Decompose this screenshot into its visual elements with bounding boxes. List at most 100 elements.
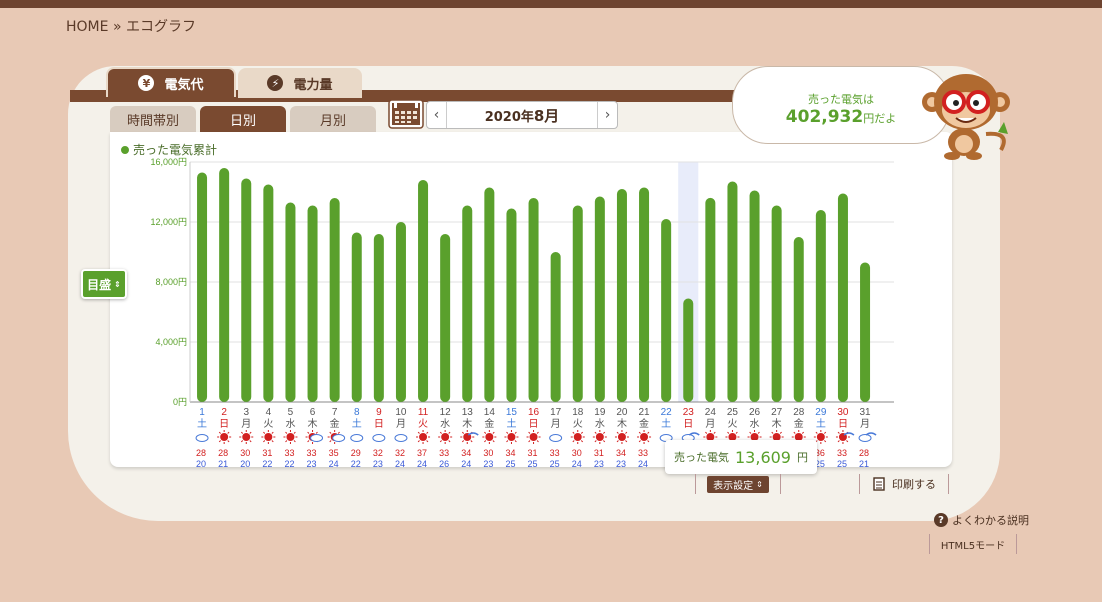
weather-sun-ray [227, 431, 230, 434]
x-tick-day: 4 [266, 407, 272, 418]
weather-sun-icon [816, 433, 825, 441]
weather-sun-ray [705, 431, 708, 434]
tooltip-value: 13,609 [735, 447, 791, 467]
next-month-button[interactable]: › [597, 102, 617, 128]
weather-sun-ray [713, 431, 716, 434]
temp-low: 24 [417, 459, 427, 467]
temp-high: 33 [550, 448, 560, 458]
weather-sun-ray [824, 431, 827, 434]
weather-sun-ray [846, 440, 849, 443]
temp-high: 31 [594, 448, 604, 458]
temp-high: 33 [284, 448, 294, 458]
weather-cloud-icon [394, 434, 408, 442]
weather-cloud-icon [858, 434, 872, 442]
weather-umbrella-icon [688, 432, 700, 436]
weather-sun-ray [536, 440, 539, 443]
bar-day-26 [749, 190, 760, 402]
x-tick-day: 16 [528, 407, 540, 418]
tab-monthly[interactable]: 月別 [290, 106, 376, 132]
display-settings-label: 表示設定 [713, 481, 754, 492]
bar-day-16 [528, 198, 539, 402]
x-tick-weekday: 土 [352, 417, 362, 430]
weather-sun-ray [426, 431, 429, 434]
weather-sun-ray [793, 431, 796, 434]
weather-sun-ray [837, 440, 840, 443]
help-link[interactable]: ? よくわかる説明 [934, 512, 1029, 528]
weather-sun-icon [485, 433, 494, 441]
x-tick-weekday: 日 [529, 419, 539, 430]
temp-high: 30 [483, 448, 493, 458]
month-navigator: ‹ 2020年8月 › [426, 101, 618, 129]
breadcrumb-home-link[interactable]: HOME [66, 19, 108, 35]
x-tick-day: 13 [462, 407, 474, 418]
weather-sun-ray [249, 431, 252, 434]
temp-low: 23 [307, 459, 317, 467]
weather-sun-icon [595, 433, 604, 441]
x-tick-day: 15 [506, 407, 518, 418]
x-tick-day: 11 [418, 407, 429, 418]
weather-sun-icon [441, 433, 450, 441]
temp-high: 33 [837, 448, 847, 458]
weather-sun-ray [514, 440, 517, 443]
x-tick-day: 3 [243, 407, 249, 418]
x-tick-weekday: 月 [241, 418, 251, 430]
bar-day-6 [307, 205, 318, 402]
bar-tooltip: 売った電気 13,609 円 [665, 440, 817, 474]
temp-high: 30 [240, 448, 250, 458]
tab-hourly[interactable]: 時間帯別 [110, 106, 196, 132]
weather-sun-ray [492, 440, 495, 443]
weather-cloud-icon [310, 434, 324, 442]
bar-day-5 [285, 202, 296, 402]
x-tick-weekday: 火 [263, 418, 273, 430]
display-settings-select[interactable]: 表示設定 ⇕ [707, 476, 769, 493]
bar-day-18 [572, 205, 583, 402]
temp-low: 21 [218, 459, 228, 467]
tab-electricity-amount[interactable]: ⚡ 電力量 [238, 68, 362, 98]
bar-day-3 [241, 178, 252, 402]
x-tick-weekday: 木 [772, 418, 782, 430]
prev-month-button[interactable]: ‹ [427, 102, 447, 128]
scale-button-label: 目盛 [87, 277, 112, 292]
x-tick-weekday: 火 [573, 418, 583, 430]
bar-day-27 [771, 205, 782, 402]
weather-sun-ray [603, 431, 606, 434]
scale-button[interactable]: 目盛 ⇕ [81, 269, 127, 299]
breadcrumb-current: エコグラフ [125, 19, 196, 35]
bar-day-19 [594, 196, 605, 402]
x-tick-day: 10 [395, 407, 407, 418]
bar-day-13 [462, 205, 473, 402]
bar-chart: 0円4,000円8,000円12,000円16,000円1土28202日2821… [150, 157, 894, 467]
weather-sun-ray [285, 440, 288, 443]
help-label: よくわかる説明 [952, 514, 1029, 527]
x-tick-weekday: 土 [661, 417, 671, 430]
bar-day-20 [616, 189, 627, 402]
tab-daily[interactable]: 日別 [200, 106, 286, 132]
temp-low: 26 [439, 459, 449, 467]
x-tick-day: 28 [793, 407, 805, 418]
temp-high: 32 [373, 448, 383, 458]
print-button[interactable]: 印刷する [859, 474, 949, 494]
weather-umbrella-icon [843, 432, 855, 436]
weather-sun-ray [528, 440, 531, 443]
legend-dot [121, 145, 129, 154]
divider [780, 474, 781, 494]
bar-day-4 [263, 184, 274, 402]
breadcrumb: HOME » エコグラフ [66, 16, 196, 36]
weather-sun-ray [580, 440, 584, 443]
html5-mode-button[interactable]: HTML5モード [929, 534, 1017, 554]
weather-sun-ray [293, 440, 296, 443]
weather-sun-ray [484, 440, 487, 443]
temp-low: 24 [572, 459, 582, 467]
x-tick-weekday: 火 [418, 418, 428, 430]
weather-umbrella-icon [467, 432, 479, 436]
weather-sun-icon [617, 433, 626, 441]
temp-low: 23 [483, 459, 493, 467]
printer-icon [873, 477, 885, 491]
weather-sun-ray [638, 440, 641, 443]
x-tick-day: 7 [332, 407, 338, 418]
bar-day-8 [351, 232, 362, 402]
weather-sun-ray [580, 431, 584, 434]
temp-high: 30 [572, 448, 582, 458]
calendar-icon[interactable] [388, 99, 424, 129]
tab-electricity-cost[interactable]: ¥ 電気代 [106, 67, 236, 97]
